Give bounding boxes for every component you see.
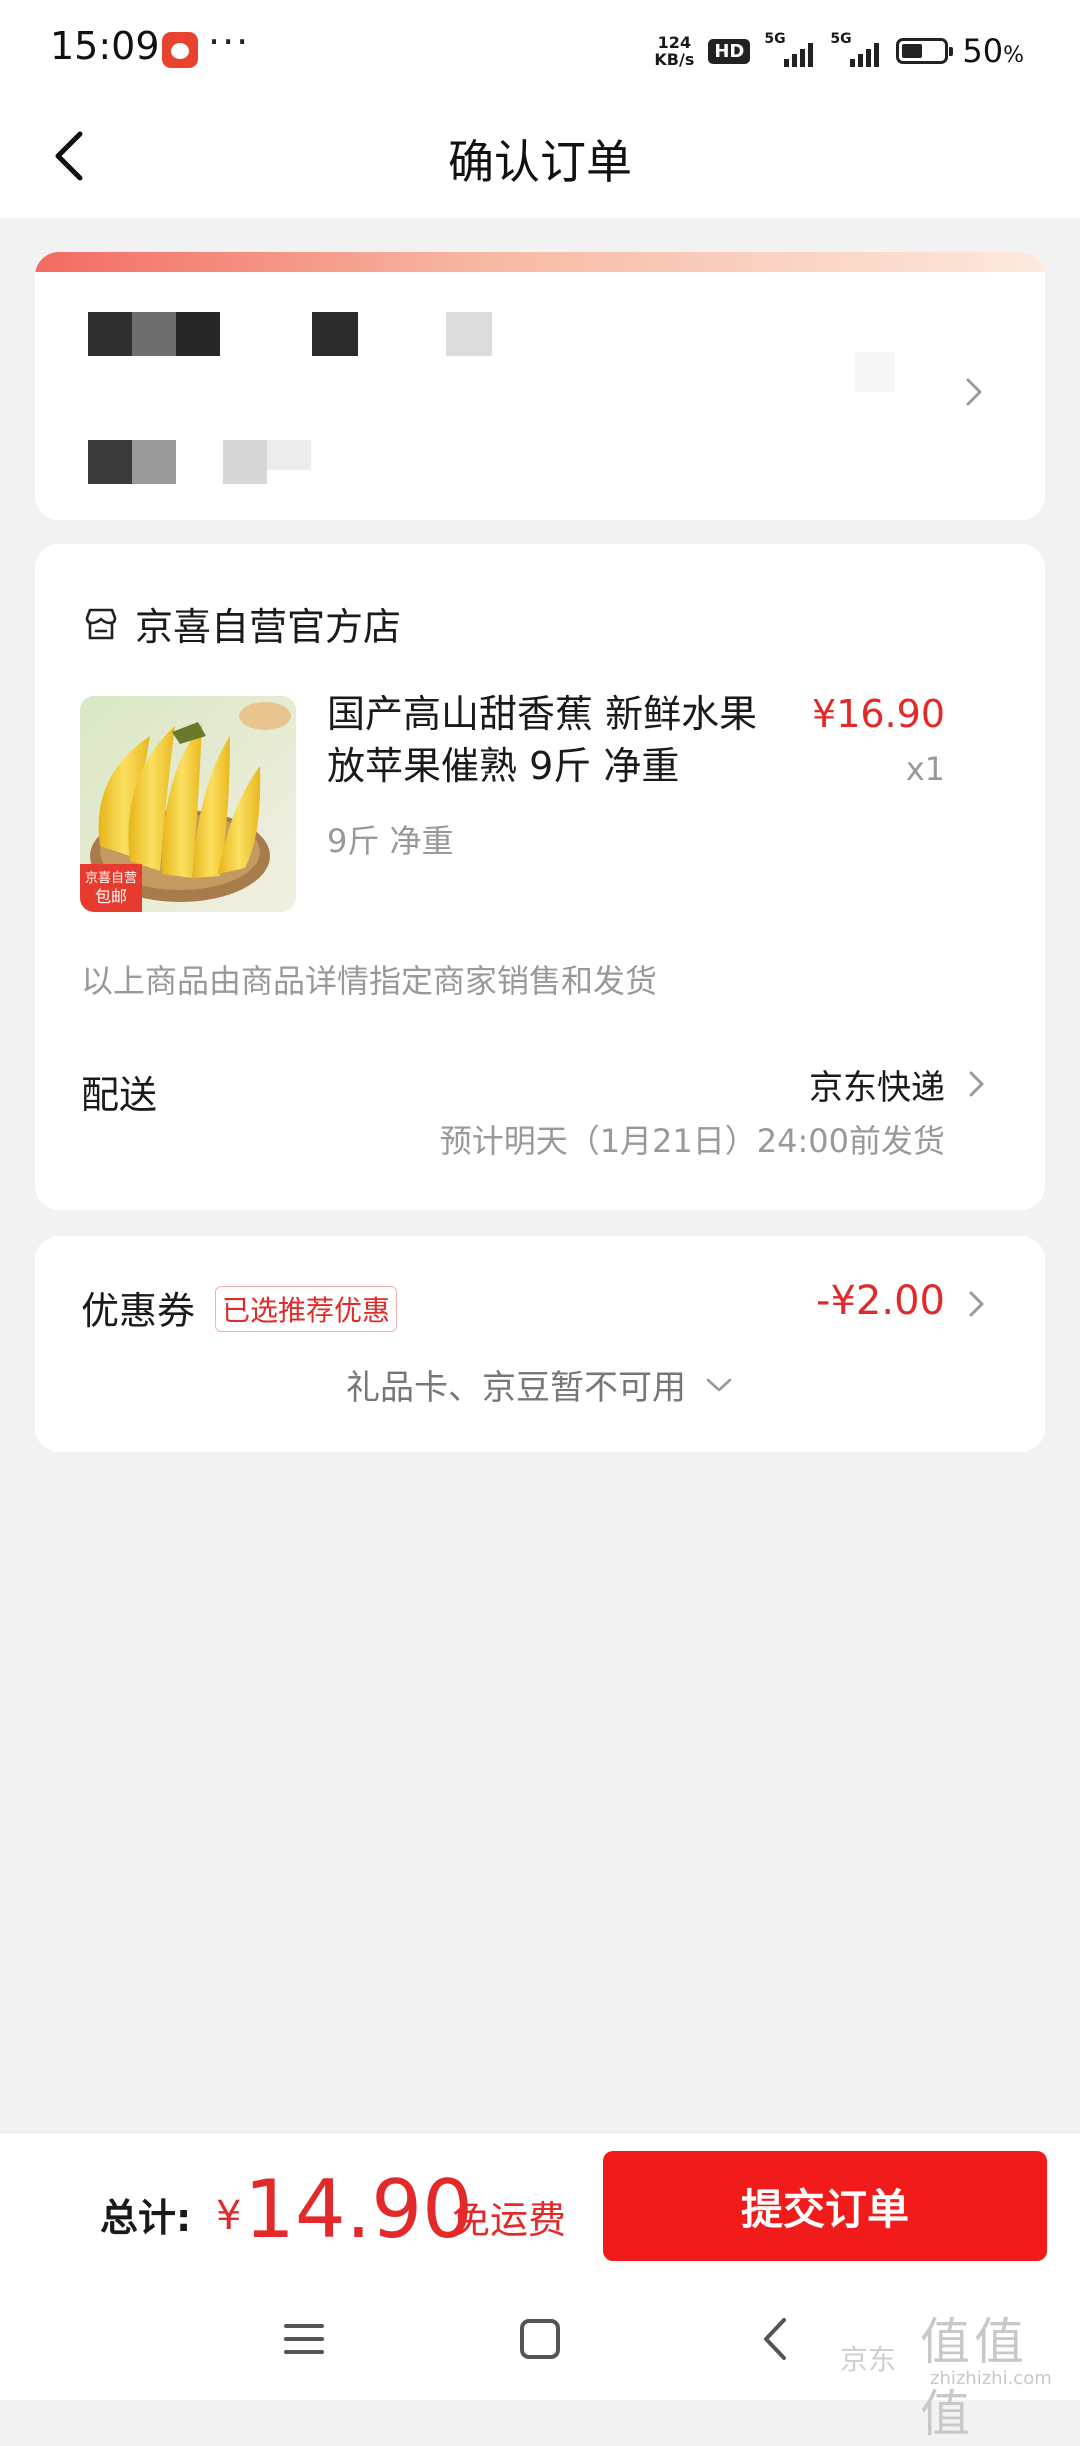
giftcard-unavailable-text: 礼品卡、京豆暂不可用 [346, 1368, 686, 1408]
banana-image: 京喜自营 包邮 [80, 696, 296, 912]
redacted-block [88, 440, 132, 484]
coupon-discount[interactable]: -¥2.00 [816, 1278, 945, 1324]
watermark-site: zhizhizhi.com [930, 2368, 1052, 2389]
coupon-recommended-tag: 已选推荐优惠 [215, 1286, 398, 1332]
order-card: 京喜自营官方店 京喜自营 包邮 国产高山甜香蕉 新鲜水果 放苹果催熟 9斤 净重… [35, 544, 1045, 1210]
network-speed-value: 124 [657, 33, 692, 52]
total-currency: ¥ [216, 2193, 242, 2239]
store-icon [85, 608, 117, 639]
battery-percent: 50 [962, 32, 1004, 70]
system-navigation: 京东 值值值 zhizhizhi.com [0, 2274, 1080, 2443]
redacted-block [312, 312, 358, 356]
address-card-accent [35, 252, 1045, 272]
network-speed-unit: KB/s [654, 50, 695, 69]
signal-icon-2: 5G [830, 31, 882, 69]
product-spec: 9斤 净重 [327, 822, 454, 860]
battery-unit: % [1003, 43, 1024, 68]
free-shipping: 免运费 [452, 2198, 567, 2242]
header: 确认订单 [0, 100, 1080, 218]
signal-tag-2: 5G [830, 31, 852, 47]
redacted-block [223, 440, 267, 484]
coupon-label: 优惠券 [81, 1289, 196, 1333]
page-title: 确认订单 [448, 135, 632, 189]
status-bar: 15:09 ··· 124 KB/s HD 5G 5G 50% [0, 0, 1080, 100]
delivery-estimate: 预计明天（1月21日）24:00前发货 [439, 1122, 945, 1160]
total-amount: 14.90 [244, 2163, 474, 2256]
battery-icon [896, 38, 954, 64]
redacted-block [267, 440, 311, 470]
status-indicators: 124 KB/s HD 5G 5G 50% [654, 26, 1024, 76]
back-icon[interactable] [746, 2314, 806, 2364]
seller-note: 以上商品由商品详情指定商家销售和发货 [81, 962, 658, 1000]
redacted-block [132, 312, 176, 356]
product-price: ¥16.90 [812, 692, 945, 736]
status-time: 15:09 [50, 24, 160, 68]
redacted-block [88, 312, 132, 356]
checkout-bar: 总计: ¥ 14.90 免运费 提交订单 [0, 2132, 1080, 2275]
submit-order-button[interactable]: 提交订单 [603, 2151, 1047, 2261]
chevron-right-icon[interactable] [963, 1286, 989, 1322]
coupon-card: 优惠券 已选推荐优惠 -¥2.00 礼品卡、京豆暂不可用 [35, 1236, 1045, 1452]
product-image[interactable]: 京喜自营 包邮 [80, 696, 296, 912]
giftcard-toggle[interactable]: 礼品卡、京豆暂不可用 [35, 1360, 1045, 1409]
network-speed: 124 KB/s [654, 34, 694, 68]
hd-icon: HD [708, 38, 751, 64]
chevron-right-icon [966, 378, 982, 406]
signal-icon: 5G [764, 31, 816, 69]
menu-icon[interactable] [274, 2314, 334, 2364]
chevron-down-icon [706, 1378, 732, 1391]
delivery-label: 配送 [81, 1073, 158, 1117]
product-title[interactable]: 国产高山甜香蕉 新鲜水果 放苹果催熟 9斤 净重 [327, 688, 767, 792]
battery-level: 50% [962, 32, 1024, 70]
more-notifications-icon: ··· [208, 20, 251, 64]
redacted-block [132, 440, 176, 484]
badge-line-1: 京喜自营 [85, 871, 137, 886]
redacted-block [446, 312, 492, 356]
shop-header[interactable]: 京喜自营官方店 [81, 596, 401, 651]
chevron-right-icon[interactable] [963, 1066, 989, 1102]
redacted-block [855, 352, 895, 392]
app-notification-icon [162, 32, 198, 68]
address-card[interactable] [35, 252, 1045, 520]
delivery-method[interactable]: 京东快递 [809, 1060, 945, 1109]
redacted-block [176, 312, 220, 356]
total-label: 总计: [100, 2196, 192, 2240]
badge-line-2: 包邮 [95, 887, 127, 906]
product-quantity: x1 [905, 750, 945, 788]
shop-name: 京喜自营官方店 [135, 605, 402, 649]
signal-tag: 5G [764, 31, 786, 47]
watermark-text: 京东 [840, 2343, 897, 2376]
home-icon[interactable] [510, 2314, 570, 2364]
